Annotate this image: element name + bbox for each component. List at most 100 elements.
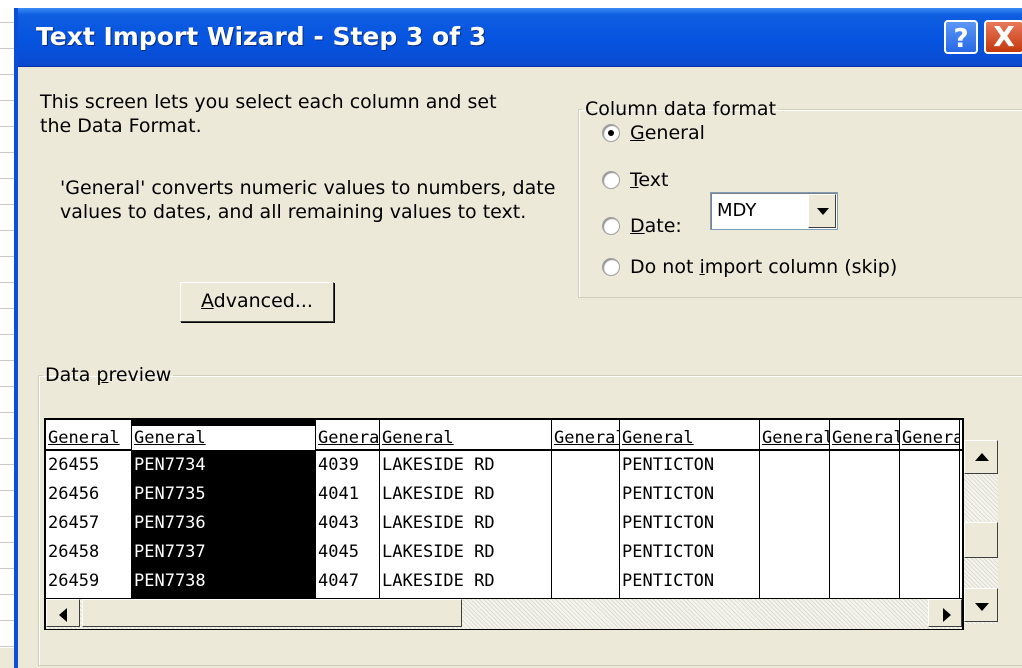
preview-cell: 26459 bbox=[48, 571, 100, 591]
grid-line bbox=[0, 360, 14, 361]
preview-cell: LAKESIDE RD bbox=[382, 513, 495, 533]
horizontal-scrollbar[interactable] bbox=[46, 598, 962, 629]
grid-line bbox=[0, 126, 14, 127]
preview-cell: 4041 bbox=[318, 484, 359, 504]
preview-column[interactable]: General LAKESIDE RD LAKESIDE RD LAKESIDE RD… bbox=[380, 420, 552, 600]
preview-cell: 26456 bbox=[48, 484, 100, 504]
intro-text: This screen lets you select each column … bbox=[40, 91, 497, 137]
grid-line bbox=[0, 308, 14, 309]
general-explanation-text: 'General' converts numeric values to num… bbox=[60, 177, 556, 223]
grid-line bbox=[0, 646, 14, 647]
preview-cell: PEN7736 bbox=[134, 513, 206, 533]
radio-text-indicator[interactable] bbox=[602, 171, 620, 189]
preview-column-header[interactable]: General bbox=[46, 426, 131, 450]
date-format-select[interactable]: MDY bbox=[710, 192, 838, 230]
grid-line bbox=[0, 568, 14, 569]
preview-column-header[interactable]: General bbox=[900, 426, 959, 450]
preview-column[interactable]: General 4039 4041 4043 4045 4047 bbox=[316, 420, 380, 600]
preview-cell: 4045 bbox=[318, 542, 359, 562]
grid-line bbox=[0, 490, 14, 491]
radio-date-label: Date: bbox=[630, 215, 682, 237]
grid-line bbox=[0, 620, 14, 621]
grid-line bbox=[0, 386, 14, 387]
preview-cell: LAKESIDE RD bbox=[382, 571, 495, 591]
grid-line bbox=[0, 438, 14, 439]
preview-cell: LAKESIDE RD bbox=[382, 542, 495, 562]
preview-cell: LAKESIDE RD bbox=[382, 455, 495, 475]
horizontal-scroll-thumb[interactable] bbox=[82, 599, 462, 627]
preview-column[interactable]: General PENTICTON PENTICTON PENTICTON PENTIC… bbox=[620, 420, 760, 600]
preview-cell: PENTICTON bbox=[622, 484, 715, 504]
preview-column[interactable]: General PEN7734 PEN7735 PEN7736 PEN7737 PEN77… bbox=[132, 420, 316, 600]
grid-line bbox=[0, 100, 14, 101]
vertical-scroll-thumb[interactable] bbox=[964, 522, 998, 558]
preview-column[interactable]: General 26455 26456 26457 26458 26459 bbox=[46, 420, 132, 600]
grid-line bbox=[0, 230, 14, 231]
grid-line bbox=[0, 464, 14, 465]
grid-line bbox=[0, 74, 14, 75]
spreadsheet-background-strip bbox=[0, 0, 14, 648]
preview-column-header[interactable]: General bbox=[132, 426, 315, 450]
scroll-up-arrow-icon[interactable] bbox=[964, 440, 998, 474]
radio-skip-label: Do not import column (skip) bbox=[630, 256, 898, 278]
preview-cell: PEN7735 bbox=[134, 484, 206, 504]
preview-cell: 26455 bbox=[48, 455, 100, 475]
grid-line bbox=[0, 594, 14, 595]
date-format-value: MDY bbox=[717, 200, 757, 221]
preview-column-header[interactable]: General bbox=[380, 426, 551, 450]
vertical-scrollbar[interactable] bbox=[964, 440, 998, 624]
radio-general-label: General bbox=[630, 122, 705, 144]
preview-cell: PENTICTON bbox=[622, 542, 715, 562]
grid-line bbox=[0, 412, 14, 413]
grid-line bbox=[0, 48, 14, 49]
grid-line bbox=[0, 152, 14, 153]
data-preview-legend: Data preview bbox=[45, 364, 172, 386]
preview-cell: 26457 bbox=[48, 513, 100, 533]
radio-date-indicator[interactable] bbox=[602, 217, 620, 235]
title-bar[interactable]: Text Import Wizard - Step 3 of 3 ? X bbox=[18, 8, 1022, 67]
radio-general[interactable]: General bbox=[602, 122, 705, 144]
preview-column-header[interactable]: General bbox=[830, 426, 899, 450]
grid-line bbox=[0, 282, 14, 283]
preview-cell: PEN7737 bbox=[134, 542, 206, 562]
grid-line bbox=[0, 178, 14, 179]
grid-line bbox=[0, 256, 14, 257]
grid-line bbox=[0, 334, 14, 335]
preview-column-header[interactable]: General bbox=[760, 426, 829, 450]
scroll-left-arrow-icon[interactable] bbox=[46, 599, 80, 627]
radio-general-indicator[interactable] bbox=[602, 124, 620, 142]
preview-column-header[interactable]: General bbox=[620, 426, 759, 450]
grid-line bbox=[0, 542, 14, 543]
preview-cell: PENTICTON bbox=[622, 513, 715, 533]
preview-column-header[interactable]: General bbox=[316, 426, 379, 450]
preview-cell: PENTICTON bbox=[622, 455, 715, 475]
grid-line bbox=[0, 204, 14, 205]
radio-skip[interactable]: Do not import column (skip) bbox=[602, 256, 897, 278]
grid-line bbox=[0, 22, 14, 23]
radio-date[interactable]: Date: bbox=[602, 215, 682, 237]
preview-column[interactable]: General bbox=[830, 420, 900, 600]
close-button[interactable]: X bbox=[984, 20, 1022, 54]
scroll-down-arrow-icon[interactable] bbox=[964, 588, 998, 622]
preview-cell: PEN7734 bbox=[134, 455, 206, 475]
scroll-right-arrow-icon[interactable] bbox=[928, 599, 962, 627]
advanced-button[interactable]: Advanced... bbox=[180, 282, 334, 322]
radio-skip-indicator[interactable] bbox=[602, 258, 620, 276]
preview-column[interactable]: General bbox=[552, 420, 620, 600]
window-title: Text Import Wizard - Step 3 of 3 bbox=[36, 22, 487, 51]
grid-line bbox=[0, 516, 14, 517]
preview-cell: 4043 bbox=[318, 513, 359, 533]
radio-text-label: Text bbox=[630, 169, 669, 191]
preview-cell: LAKESIDE RD bbox=[382, 484, 495, 504]
column-data-format-legend: Column data format bbox=[585, 98, 777, 120]
preview-cell: PEN7738 bbox=[134, 571, 206, 591]
radio-text[interactable]: Text bbox=[602, 169, 668, 191]
preview-column-header[interactable]: General bbox=[552, 426, 619, 450]
help-button[interactable]: ? bbox=[944, 20, 978, 54]
preview-cell: 26458 bbox=[48, 542, 100, 562]
preview-column[interactable]: General bbox=[760, 420, 830, 600]
preview-column[interactable]: General bbox=[900, 420, 960, 600]
preview-cell: PENTICTON bbox=[622, 571, 715, 591]
preview-cell: 4039 bbox=[318, 455, 359, 475]
chevron-down-icon[interactable] bbox=[808, 194, 836, 228]
